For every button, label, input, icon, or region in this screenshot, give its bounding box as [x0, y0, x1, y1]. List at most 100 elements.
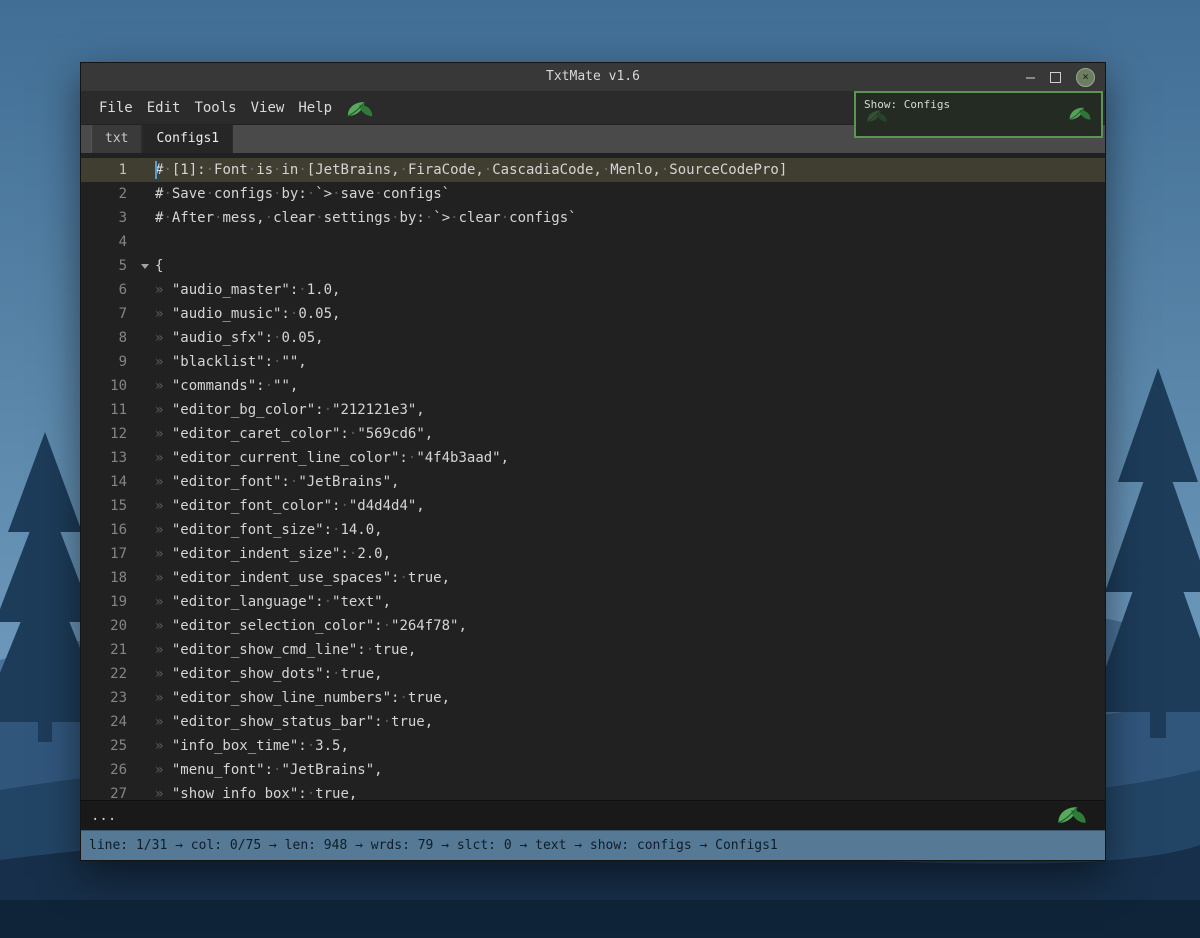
code-text: » "editor_font_size":·14.0,: [155, 522, 383, 538]
editor-line[interactable]: 27 » "show_info_box":·true,: [81, 782, 1105, 800]
editor-line[interactable]: 14 » "editor_font":·"JetBrains",: [81, 470, 1105, 494]
editor-line[interactable]: 2 #·Save·configs·by:·`>·save·configs`: [81, 182, 1105, 206]
editor-line[interactable]: 25 » "info_box_time":·3.5,: [81, 734, 1105, 758]
editor-line[interactable]: 6 » "audio_master":·1.0,: [81, 278, 1105, 302]
show-configs-box: Show: Configs: [854, 91, 1103, 138]
tab-txt[interactable]: txt: [91, 125, 143, 153]
line-number: 26: [110, 762, 127, 778]
tab-configs1[interactable]: Configs1: [142, 125, 234, 153]
line-number: 9: [118, 354, 127, 370]
code-text: » "editor_caret_color":·"569cd6",: [155, 426, 434, 442]
editor-line[interactable]: 18 » "editor_indent_use_spaces":·true,: [81, 566, 1105, 590]
code-text: » "editor_current_line_color":·"4f4b3aad…: [155, 450, 510, 466]
editor-line[interactable]: 20 » "editor_selection_color":·"264f78",: [81, 614, 1105, 638]
line-number: 6: [118, 282, 127, 298]
code-text: » "editor_bg_color":·"212121e3",: [155, 402, 425, 418]
status-bar: line: 1/31 → col: 0/75 → len: 948 → wrds…: [81, 830, 1105, 860]
editor-line[interactable]: 1 #·[1]:·Font·is·in·[JetBrains,·FiraCode,…: [81, 158, 1105, 182]
menu-help[interactable]: Help: [291, 92, 339, 124]
editor-line[interactable]: 19 » "editor_language":·"text",: [81, 590, 1105, 614]
code-text: » "commands":·"",: [155, 378, 299, 394]
editor-line[interactable]: 16 » "editor_font_size":·14.0,: [81, 518, 1105, 542]
window-title: TxtMate v1.6: [546, 69, 640, 84]
status-bar-text: line: 1/31 → col: 0/75 → len: 948 → wrds…: [89, 838, 778, 853]
code-text: #·Save·configs·by:·`>·save·configs`: [155, 186, 451, 202]
line-number: 18: [110, 570, 127, 586]
editor-line[interactable]: 22 » "editor_show_dots":·true,: [81, 662, 1105, 686]
line-number: 15: [110, 498, 127, 514]
restore-button[interactable]: [1050, 71, 1061, 83]
editor-line[interactable]: 26 » "menu_font":·"JetBrains",: [81, 758, 1105, 782]
line-number: 1: [118, 162, 127, 178]
command-line-text: ...: [91, 807, 117, 824]
editor-line[interactable]: 23 » "editor_show_line_numbers":·true,: [81, 686, 1105, 710]
line-number: 10: [110, 378, 127, 394]
line-number: 19: [110, 594, 127, 610]
line-number: 25: [110, 738, 127, 754]
fold-chevron-icon[interactable]: [139, 254, 155, 278]
code-text: » "editor_show_dots":·true,: [155, 666, 383, 682]
minimize-button[interactable]: –: [1026, 63, 1035, 91]
code-text: » "info_box_time":·3.5,: [155, 738, 349, 754]
editor-line[interactable]: 21 » "editor_show_cmd_line":·true,: [81, 638, 1105, 662]
window-controls: – ×: [1026, 63, 1095, 91]
line-number: 20: [110, 618, 127, 634]
editor-line[interactable]: 7 » "audio_music":·0.05,: [81, 302, 1105, 326]
code-text: » "editor_show_line_numbers":·true,: [155, 690, 451, 706]
line-number: 8: [118, 330, 127, 346]
line-number: 14: [110, 474, 127, 490]
menu-edit[interactable]: Edit: [140, 92, 188, 124]
line-number: 11: [110, 402, 127, 418]
editor-line[interactable]: 10 » "commands":·"",: [81, 374, 1105, 398]
editor-line[interactable]: 9 » "blacklist":·"",: [81, 350, 1105, 374]
line-number: 5: [118, 258, 127, 274]
code-text: » "menu_font":·"JetBrains",: [155, 762, 383, 778]
menu-view[interactable]: View: [244, 92, 292, 124]
menu-file[interactable]: File: [92, 92, 140, 124]
line-number: 23: [110, 690, 127, 706]
editor-line[interactable]: 4: [81, 230, 1105, 254]
code-text: » "blacklist":·"",: [155, 354, 307, 370]
editor-line[interactable]: 8 » "audio_sfx":·0.05,: [81, 326, 1105, 350]
editor-line[interactable]: 11 » "editor_bg_color":·"212121e3",: [81, 398, 1105, 422]
editor-line[interactable]: 24 » "editor_show_status_bar":·true,: [81, 710, 1105, 734]
close-button[interactable]: ×: [1076, 67, 1095, 87]
editor-line[interactable]: 13 » "editor_current_line_color":·"4f4b3a…: [81, 446, 1105, 470]
line-number: 22: [110, 666, 127, 682]
editor-line[interactable]: 17 » "editor_indent_size":·2.0,: [81, 542, 1105, 566]
code-text: » "editor_selection_color":·"264f78",: [155, 618, 467, 634]
command-line[interactable]: ...: [81, 800, 1105, 830]
titlebar[interactable]: TxtMate v1.6 – ×: [81, 63, 1105, 92]
editor-line[interactable]: 3 #·After·mess,·clear·settings·by:·`>·cle…: [81, 206, 1105, 230]
code-text: » "editor_show_cmd_line":·true,: [155, 642, 417, 658]
editor[interactable]: 1 #·[1]:·Font·is·in·[JetBrains,·FiraCode,…: [81, 153, 1105, 800]
line-number: 21: [110, 642, 127, 658]
code-text: » "editor_font":·"JetBrains",: [155, 474, 400, 490]
txtmate-window: TxtMate v1.6 – × File Edit Tools View He…: [80, 62, 1106, 861]
menu-tools[interactable]: Tools: [187, 92, 243, 124]
leaf-icon: [1055, 805, 1089, 826]
editor-line[interactable]: 12 » "editor_caret_color":·"569cd6",: [81, 422, 1105, 446]
editor-line[interactable]: 15 » "editor_font_color":·"d4d4d4",: [81, 494, 1105, 518]
line-number: 16: [110, 522, 127, 538]
editor-line[interactable]: 5{: [81, 254, 1105, 278]
code-text: » "editor_indent_size":·2.0,: [155, 546, 392, 562]
line-number: 24: [110, 714, 127, 730]
